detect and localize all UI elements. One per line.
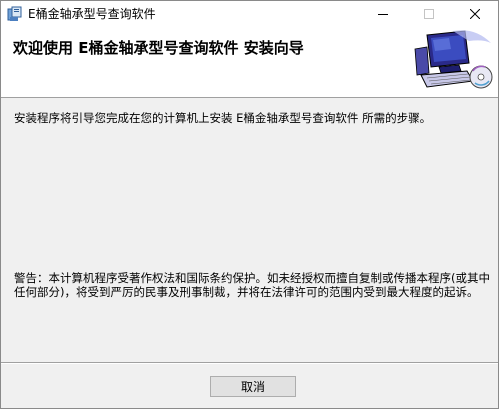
wizard-header: 欢迎使用 E桶金轴承型号查询软件 安装向导	[1, 27, 498, 98]
minimize-button[interactable]	[360, 1, 406, 27]
title-bar[interactable]: E桶金轴承型号查询软件	[1, 1, 498, 27]
copyright-warning: 警告：本计算机程序受著作权法和国际条约保护。如未经授权而擅自复制或传播本程序(或…	[14, 271, 490, 299]
footer-divider	[1, 362, 498, 364]
minimize-icon	[378, 14, 388, 15]
wizard-body: 安装程序将引导您完成在您的计算机上安装 E桶金轴承型号查询软件 所需的步骤。 警…	[1, 98, 498, 362]
cancel-button[interactable]: 取消	[210, 376, 296, 397]
close-button[interactable]	[452, 1, 498, 27]
close-icon	[470, 9, 480, 19]
computer-setup-icon	[414, 30, 493, 89]
maximize-icon	[424, 9, 434, 19]
window-title: E桶金轴承型号查询软件	[28, 7, 156, 21]
maximize-button[interactable]	[406, 1, 452, 27]
installer-window: E桶金轴承型号查询软件 欢迎使用 E桶金轴承型号查询软件 安装向导 安装程序将引…	[0, 0, 499, 409]
wizard-title: 欢迎使用 E桶金轴承型号查询软件 安装向导	[13, 39, 304, 57]
intro-text: 安装程序将引导您完成在您的计算机上安装 E桶金轴承型号查询软件 所需的步骤。	[14, 111, 432, 125]
installer-app-icon	[7, 6, 22, 21]
